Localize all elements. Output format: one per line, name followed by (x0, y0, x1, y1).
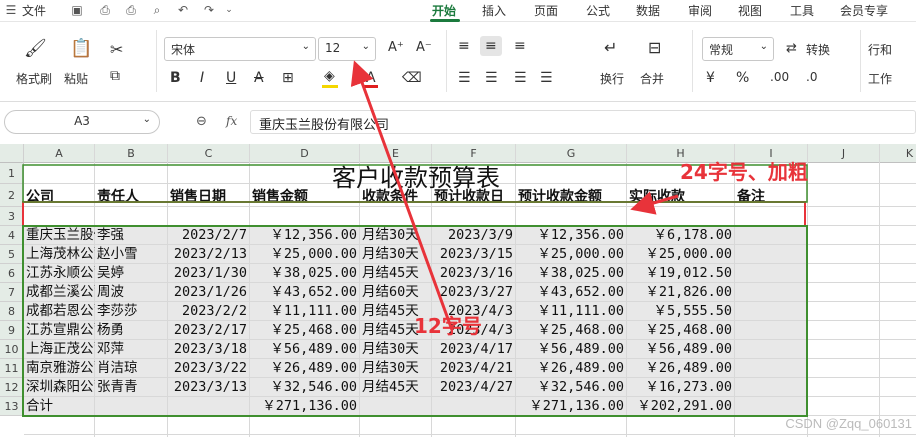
arrow-to-font-size (350, 60, 454, 331)
annotation-12pt: 12字号 (414, 314, 482, 338)
annotation-layer (22, 60, 808, 417)
watermark: CSDN @Zqq_060131 (785, 416, 912, 431)
annotation-24pt-bold: 24字号、加粗 (680, 160, 808, 184)
